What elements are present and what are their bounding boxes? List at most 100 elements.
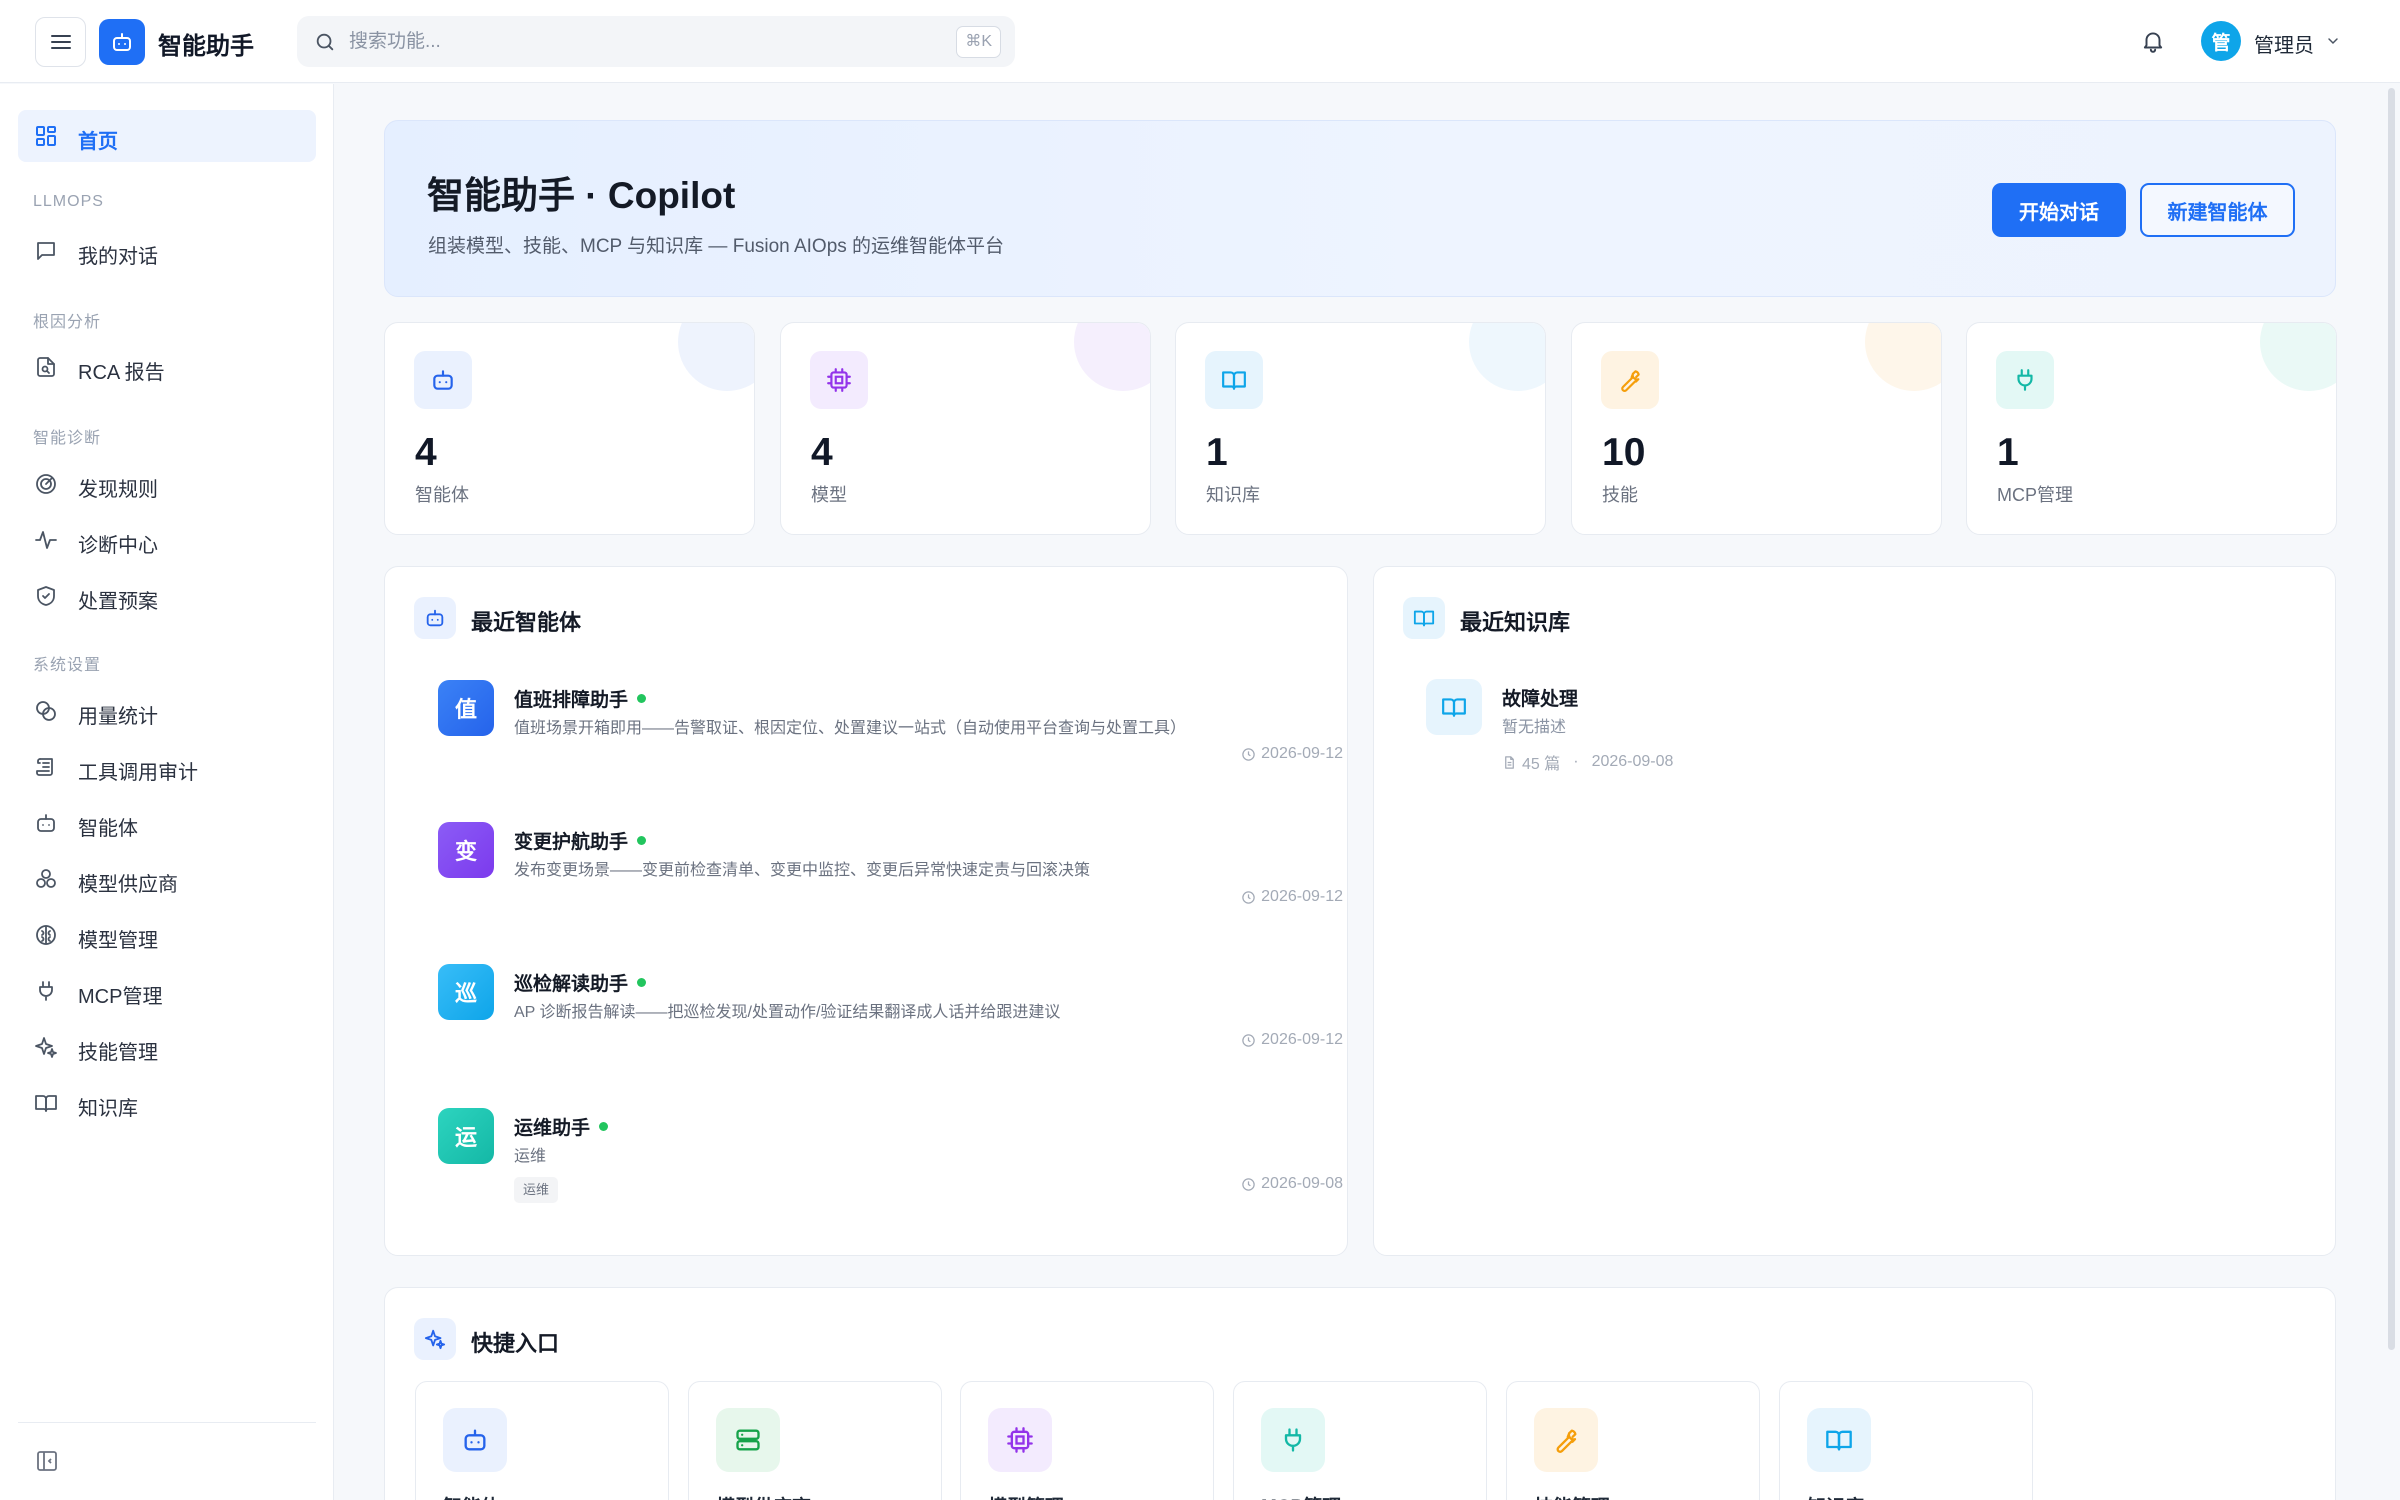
sidebar-item-label: 模型供应商 [78,874,178,896]
cpu-icon [1007,1427,1033,1453]
main-scrollbar[interactable] [2388,88,2395,1350]
stat-value: 4 [415,431,437,474]
agent-name-row: 运维助手 [514,1113,609,1140]
agent-date: 2026-09-12 [1241,888,1343,906]
top-bar: 智能助手 ⌘K 管 管理员 [0,0,2400,83]
panel-title: 最近智能体 [471,610,582,635]
recent-kb-panel: 最近知识库 故障处理 暂无描述 45 篇 · 2026-09-08 [1373,566,2336,1256]
quick-link-agents[interactable]: 智能体 [415,1381,669,1500]
brand-logo[interactable] [99,19,145,65]
boxes-icon [36,869,56,888]
kb-description: 暂无描述 [1502,719,1567,736]
kb-list-item[interactable]: 故障处理 暂无描述 45 篇 · 2026-09-08 [1426,679,2126,779]
stat-icon-wrap [1996,351,2054,409]
quick-link-label: 智能体 [443,1492,500,1500]
sidebar-item-rca-report[interactable]: RCA 报告 [18,341,316,393]
kb-date: 2026-09-08 [1591,753,1674,770]
search-input[interactable] [349,26,909,58]
quick-link-skills[interactable]: 技能管理 [1506,1381,1760,1500]
status-dot [637,978,647,987]
stat-card-models[interactable]: 4 模型 [780,322,1151,535]
stat-icon-wrap [810,351,868,409]
card-decoration [1074,323,1150,391]
agent-avatar: 巡 [438,964,494,1020]
bot-icon [426,609,444,627]
hero-title: 智能助手 · Copilot [427,175,736,216]
sidebar-item-agents[interactable]: 智能体 [18,797,316,849]
stat-card-mcp[interactable]: 1 MCP管理 [1966,322,2337,535]
agent-description: 运维 [514,1148,547,1165]
search-icon [316,33,334,51]
agent-date-text: 2026-09-12 [1261,1031,1343,1048]
agent-date: 2026-09-12 [1241,1031,1343,1049]
agent-list-item[interactable]: 运 运维助手 运维 运维 2026-09-08 [438,1108,1343,1228]
clock-icon [1242,747,1255,761]
stat-icon-wrap [1205,351,1263,409]
panel-icon-wrap [414,1318,456,1360]
sidebar-item-label: 用量统计 [78,706,158,728]
sidebar-item-model-management[interactable]: 模型管理 [18,909,316,961]
quick-icon-wrap [443,1408,507,1472]
sidebar-item-usage[interactable]: 用量统计 [18,685,316,737]
stat-card-agents[interactable]: 4 智能体 [384,322,755,535]
agent-name-row: 巡检解读助手 [514,969,647,996]
agent-list-item[interactable]: 巡 巡检解读助手 AP 诊断报告解读——把巡检发现/处置动作/验证结果翻译成人话… [438,964,1343,1084]
stat-value: 1 [1206,431,1228,474]
report-search-icon [37,357,55,377]
status-dot [637,836,647,845]
sidebar-item-diagnosis-center[interactable]: 诊断中心 [18,514,316,566]
book-icon [1222,371,1246,390]
quick-icon-wrap [716,1408,780,1472]
agent-avatar: 变 [438,822,494,878]
sidebar-item-discovery-rules[interactable]: 发现规则 [18,458,316,510]
dashboard-icon [36,126,56,146]
group-title-settings: 系统设置 [33,657,102,674]
panel-icon-wrap [1403,597,1445,639]
user-avatar[interactable]: 管 [2201,21,2241,61]
stat-card-knowledge-bases[interactable]: 1 知识库 [1175,322,1546,535]
agent-list-item[interactable]: 值 值班排障助手 值班场景开箱即用——告警取证、根因定位、处置建议一站式（自动使… [438,680,1343,800]
quick-link-model-providers[interactable]: 模型供应商 [688,1381,942,1500]
user-name[interactable]: 管理员 [2254,29,2314,58]
sidebar-collapse-icon[interactable] [35,1449,59,1473]
card-decoration [2260,323,2336,391]
cpu-icon [827,368,851,392]
sidebar-item-model-providers[interactable]: 模型供应商 [18,853,316,905]
menu-toggle-button[interactable] [35,17,86,67]
book-icon [1442,698,1466,717]
sidebar-item-tool-audit[interactable]: 工具调用审计 [18,741,316,793]
chat-icon [37,242,55,260]
book-icon [1826,1430,1852,1451]
stat-value: 4 [811,431,833,474]
agent-description: 发布变更场景——变更前检查清单、变更中监控、变更后异常快速定责与回滚决策 [514,862,1091,879]
sidebar-item-label: 首页 [78,131,118,153]
sidebar-item-skills[interactable]: 技能管理 [18,1021,316,1073]
stat-icon-wrap [1601,351,1659,409]
quick-link-label: 模型管理 [988,1492,1064,1500]
bot-icon [113,33,131,51]
coins-icon [36,701,56,721]
stat-label: MCP管理 [1997,485,2073,505]
plug-icon [39,981,53,1001]
agent-list-item[interactable]: 变 变更护航助手 发布变更场景——变更前检查清单、变更中监控、变更后异常快速定责… [438,822,1343,942]
sidebar-item-label: 我的对话 [78,246,158,268]
sidebar-item-home[interactable]: 首页 [18,110,316,162]
sidebar-item-knowledge-base[interactable]: 知识库 [18,1077,316,1129]
quick-link-knowledge-base[interactable]: 知识库 [1779,1381,2033,1500]
chevron-down-icon[interactable] [2325,33,2341,49]
group-title-rca: 根因分析 [33,314,102,331]
quick-link-mcp[interactable]: MCP管理 [1233,1381,1487,1500]
wrench-icon [1621,370,1640,392]
sidebar-item-my-chats[interactable]: 我的对话 [18,225,316,277]
sidebar-item-label: 工具调用审计 [78,762,198,784]
search-box[interactable]: ⌘K [297,16,1015,67]
start-chat-button[interactable]: 开始对话 [1992,183,2126,237]
bell-icon[interactable] [2140,27,2166,55]
new-agent-button[interactable]: 新建智能体 [2140,183,2295,237]
quick-link-model-management[interactable]: 模型管理 [960,1381,1214,1500]
sidebar-item-playbooks[interactable]: 处置预案 [18,570,316,622]
sidebar-item-mcp[interactable]: MCP管理 [18,965,316,1017]
sparkles-icon [35,1037,57,1058]
stat-card-skills[interactable]: 10 技能 [1571,322,1942,535]
status-dot [599,1122,609,1131]
